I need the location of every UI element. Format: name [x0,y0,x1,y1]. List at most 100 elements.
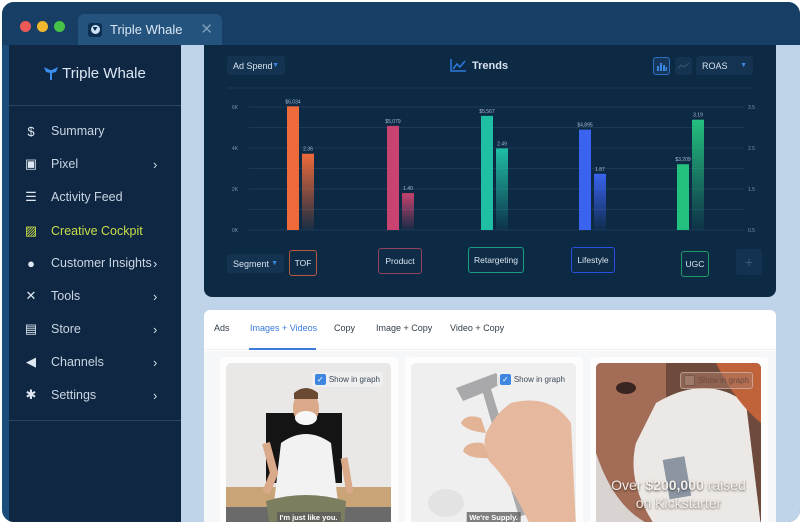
creative-type-tabs: Ads Images + Videos Copy Image + Copy Vi… [204,310,776,350]
sidebar-item-pixel[interactable]: ▣ Pixel › [9,150,181,178]
tab-copy[interactable]: Copy [334,323,355,333]
title-bar: Triple Whale ✕ [2,2,800,45]
promo-subline: on Kickstarter [635,495,722,511]
ad-spend-bar-ugc [677,164,689,230]
roas-bar-ugc [692,119,704,230]
creative-card[interactable]: Show in graph Over $200,000 raised on Ki… [590,357,768,522]
creative-card[interactable]: ✓ Show in graph We're Supply. [405,357,583,522]
tab-images-videos[interactable]: Images + Videos [250,323,317,333]
sidebar-item-channels[interactable]: ◀ Channels › [9,348,181,376]
image-icon: ▨ [24,223,38,238]
sidebar-item-summary[interactable]: $ Summary [9,117,181,145]
roas-bar-product [402,193,414,230]
roas-bar-tof [302,153,314,230]
tab-video-copy[interactable]: Video + Copy [450,323,504,333]
show-in-graph-checkbox[interactable]: Show in graph [679,372,753,389]
creative-image-thumbnail[interactable]: Show in graph Over $200,000 raised on Ki… [596,363,761,522]
gear-icon: ✱ [25,387,37,402]
promo-prefix: Over [611,477,646,493]
checkbox-checked-icon: ✓ [314,374,326,385]
browser-tab[interactable]: Triple Whale ✕ [78,14,222,45]
close-tab-icon[interactable]: ✕ [200,20,213,38]
chevron-right-icon: › [153,321,158,337]
ad-spend-bar-product [387,125,399,230]
chevron-right-icon: › [153,156,158,172]
segment-button-lifestyle[interactable]: Lifestyle [571,247,615,273]
show-in-graph-label: Show in graph [328,375,380,384]
segment-button-retargeting[interactable]: Retargeting [468,247,524,273]
y-left-tick-label: 4K [232,146,239,152]
video-caption: I'm just like you. [276,512,341,522]
tools-icon: ✕ [25,288,37,303]
y-left-tick-label: 0K [232,228,239,234]
add-segment-button[interactable]: + [736,249,762,275]
show-in-graph-checkbox[interactable]: ✓ Show in graph [311,372,383,387]
y-right-tick-label: 2.5 [748,146,755,152]
chevron-right-icon: › [153,288,158,304]
creative-card[interactable]: ✓ Show in graph I'm just like you. [220,357,398,522]
segment-button-product[interactable]: Product [378,248,422,274]
whale-tail-icon [44,67,59,80]
list-icon: ☰ [25,189,37,204]
dollar-icon: $ [27,123,35,139]
video-caption: We're Supply. [466,512,521,522]
show-in-graph-label: Show in graph [697,376,749,385]
ad-spend-bar-label: $6,034 [285,99,301,105]
segment-dropdown[interactable]: Segment ▼ [227,254,284,273]
sidebar: Triple Whale $ Summary ▣ Pixel › ☰ Activity Fe… [9,45,181,522]
sidebar-item-label: Tools [51,289,81,303]
segment-button-tof[interactable]: TOF [289,250,317,276]
creatives-gallery: ✓ Show in graph I'm just like you. ✓ Sho… [204,351,776,522]
maximize-window-button[interactable] [54,21,65,32]
chevron-down-icon: ▼ [271,260,278,267]
chevron-right-icon: › [153,255,158,271]
sidebar-item-settings[interactable]: ✱ Settings › [9,381,181,409]
active-tab-indicator [249,348,316,350]
creative-video-thumbnail[interactable]: ✓ Show in graph I'm just like you. [226,363,391,522]
sidebar-divider [9,105,181,106]
chevron-right-icon: › [153,354,158,370]
close-window-button[interactable] [20,21,31,32]
trends-chart-card: Ad Spend ▼ Trends ROAS ▼ 6K 4K 2K 0K 3.5… [204,45,776,297]
show-in-graph-checkbox[interactable]: ✓ Show in graph [496,372,568,387]
ad-spend-bar-label: $5,567 [479,109,495,115]
y-right-tick-label: 3.5 [748,105,755,111]
minimize-window-button[interactable] [37,21,48,32]
tab-ads[interactable]: Ads [214,323,230,333]
main-area: Ad Spend ▼ Trends ROAS ▼ 6K 4K 2K 0K 3.5… [181,45,800,522]
show-in-graph-label: Show in graph [513,375,565,384]
roas-bar-label: 3.19 [693,113,703,119]
checkbox-unchecked-icon [683,375,695,386]
ad-spend-bar-tof [287,106,299,230]
brand-logo[interactable]: Triple Whale [9,65,181,82]
sidebar-item-store[interactable]: ▤ Store › [9,315,181,343]
creative-video-thumbnail[interactable]: ✓ Show in graph We're Supply. [411,363,576,522]
sidebar-item-activity-feed[interactable]: ☰ Activity Feed [9,183,181,211]
roas-bar-label: 2.36 [303,147,313,153]
y-left-tick-label: 2K [232,187,239,193]
roas-bar-label: 1.40 [403,186,413,192]
ad-spend-bar-label: $3,209 [675,157,691,163]
roas-bar-label: 1.87 [595,167,605,173]
sidebar-item-label: Creative Cockpit [51,224,143,238]
sidebar-item-customer-insights[interactable]: ● Customer Insights › [9,249,181,277]
tab-title: Triple Whale [110,22,183,37]
roas-bar-lifestyle [594,173,606,230]
sidebar-item-label: Settings [51,388,97,402]
tab-image-copy[interactable]: Image + Copy [376,323,432,333]
floppy-disk-icon: ▣ [24,156,38,171]
sidebar-item-label: Pixel [51,157,79,171]
checkbox-checked-icon: ✓ [499,374,511,385]
promo-suffix: raised [703,477,746,493]
sidebar-item-label: Customer Insights [51,256,152,270]
triple-whale-favicon-icon [88,22,102,37]
ad-spend-bar-lifestyle [579,129,591,230]
brand-name: Triple Whale [62,65,146,82]
sidebar-item-label: Activity Feed [51,190,123,204]
ad-spend-bar-label: $5,079 [385,119,401,125]
sidebar-item-creative-cockpit[interactable]: ▨ Creative Cockpit [9,217,181,245]
sidebar-item-label: Store [51,322,81,336]
segment-button-ugc[interactable]: UGC [681,251,709,277]
sidebar-item-tools[interactable]: ✕ Tools › [9,282,181,310]
creatives-card: Ads Images + Videos Copy Image + Copy Vi… [204,310,776,522]
